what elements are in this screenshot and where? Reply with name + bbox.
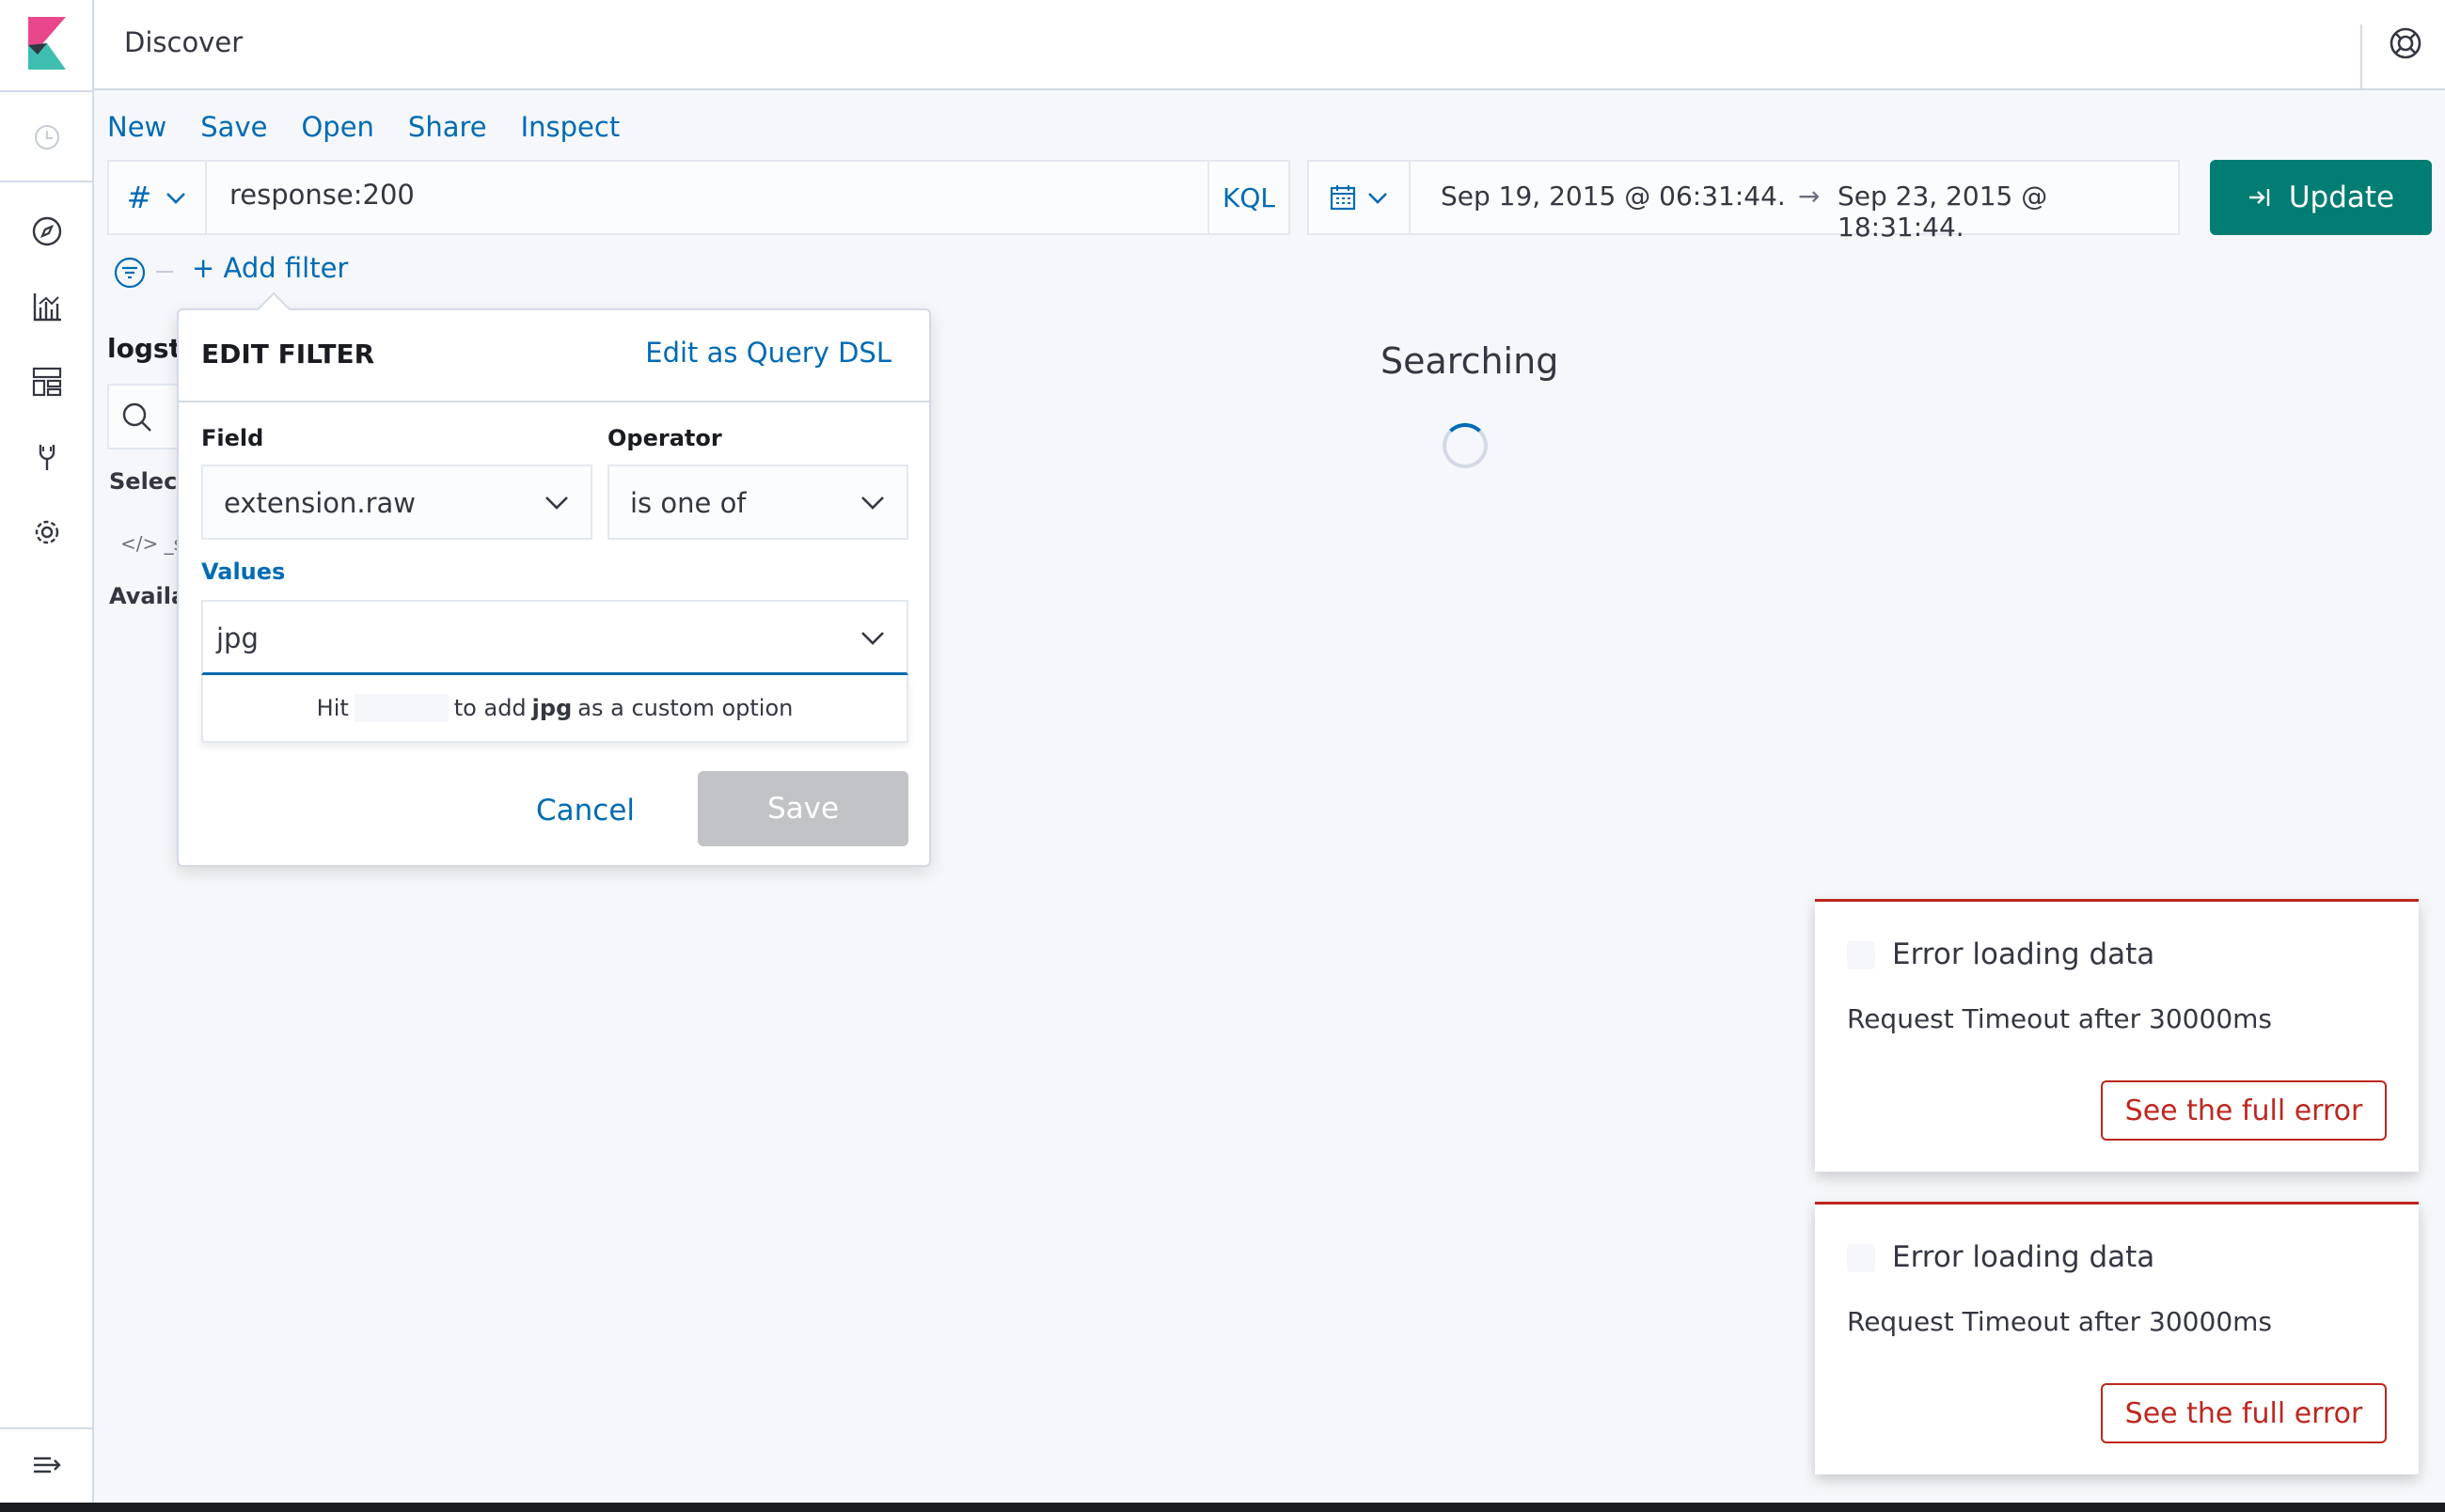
save-filter-button[interactable]: Save [698,771,908,846]
edit-filter-popover: EDIT FILTER Edit as Query DSL Field exte… [177,291,931,867]
help-lifebuoy-icon[interactable] [2387,24,2424,62]
kql-toggle-button[interactable]: KQL [1207,162,1288,233]
nav-divider [0,90,94,92]
field-select-value: extension.raw [224,487,417,519]
toast-message: Request Timeout after 30000ms [1847,1306,2272,1337]
kibana-discover-app: Discover New Save Open Share Inspect # r… [0,0,2445,1512]
collapse-menu-icon[interactable] [28,1446,66,1484]
cancel-button[interactable]: Cancel [536,794,635,827]
left-nav [0,0,94,1504]
date-picker: Sep 19, 2015 @ 06:31:44. → Sep 23, 2015 … [1307,160,2180,243]
see-full-error-button[interactable]: See the full error [2101,1383,2387,1443]
management-gear-icon[interactable] [28,513,66,551]
query-type-selector[interactable]: # [109,162,207,233]
source-field[interactable]: </> _s [120,532,183,555]
custom-option-hint: Hit to add jpg as a custom option [201,675,908,743]
toast-title: Error loading data [1892,937,2155,971]
save-search-button[interactable]: Save [200,111,267,143]
chevron-down-icon [861,496,884,510]
filter-options-icon[interactable] [113,256,147,290]
values-combobox[interactable]: jpg [201,600,908,675]
values-input-text: jpg [216,622,259,654]
query-bar: # response:200 KQL [107,160,1290,235]
calendar-icon [1330,185,1356,211]
new-button[interactable]: New [107,111,166,143]
enter-key-placeholder [354,694,449,722]
see-full-error-button[interactable]: See the full error [2101,1080,2387,1141]
filter-divider [156,271,173,273]
chevron-down-icon [1368,193,1387,204]
update-button-label: Update [2288,181,2395,214]
error-toast: Error loading data Request Timeout after… [1815,899,2419,1172]
header-divider [2360,24,2362,90]
query-input[interactable]: response:200 [229,179,415,211]
chevron-down-icon [545,496,568,510]
nav-divider [0,1427,94,1429]
nav-divider [0,181,94,182]
top-menu: New Save Open Share Inspect [107,111,620,143]
recent-clock-icon[interactable] [28,118,66,156]
available-fields-heading: Availa [109,583,187,609]
toast-icon [1847,1244,1875,1272]
index-pattern-title[interactable]: logst [107,333,181,364]
toast-title: Error loading data [1892,1240,2155,1274]
chevron-down-icon[interactable] [860,628,886,647]
query-type-symbol: # [126,180,152,215]
hint-to-add: to add [453,695,527,721]
edit-as-query-dsl-link[interactable]: Edit as Query DSL [645,337,891,369]
kibana-logo[interactable] [24,17,70,70]
inspect-button[interactable]: Inspect [521,111,621,143]
hint-suffix: as a custom option [577,695,794,721]
date-range-arrow: → [1798,181,1821,212]
hint-hit: Hit [316,695,349,721]
field-select[interactable]: extension.raw [201,465,592,540]
update-button[interactable]: Update [2210,160,2432,235]
dashboard-icon[interactable] [28,363,66,401]
hint-value: jpg [531,695,573,721]
dev-tools-wrench-icon[interactable] [28,438,66,476]
share-button[interactable]: Share [408,111,487,143]
selected-fields-heading: Selec [109,468,178,495]
open-button[interactable]: Open [301,111,373,143]
field-label: Field [201,425,264,451]
values-label: Values [201,559,286,585]
start-date[interactable]: Sep 19, 2015 @ 06:31:44. [1441,181,1786,212]
app-header: Discover [94,0,2445,90]
end-date[interactable]: Sep 23, 2015 @ 18:31:44. [1838,181,2178,243]
quick-select-button[interactable] [1309,162,1411,233]
discover-compass-icon[interactable] [28,213,66,250]
search-icon [122,402,151,432]
toast-icon [1847,941,1875,969]
loading-spinner [1443,423,1488,468]
operator-select-value: is one of [630,487,747,519]
add-filter-button[interactable]: + Add filter [192,252,348,284]
toast-message: Request Timeout after 30000ms [1847,1003,2272,1034]
visualize-chart-icon[interactable] [28,288,66,325]
edit-filter-title: EDIT FILTER [201,339,375,370]
error-toast: Error loading data Request Timeout after… [1815,1202,2419,1474]
popover-arrow [256,291,292,327]
operator-label: Operator [607,425,722,451]
popover-divider [179,401,929,402]
bottom-edge [0,1503,2445,1512]
searching-status: Searching [1380,340,1559,382]
operator-select[interactable]: is one of [607,465,908,540]
refresh-icon [2248,189,2270,206]
chevron-down-icon [166,193,186,204]
page-title: Discover [124,26,244,58]
